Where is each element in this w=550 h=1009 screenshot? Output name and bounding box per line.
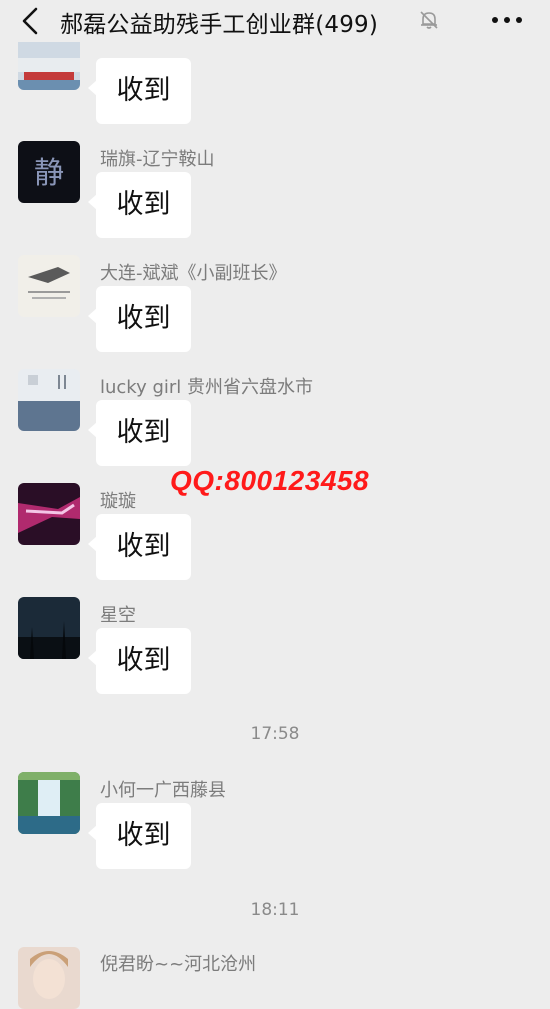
timestamp: 17:58 bbox=[250, 724, 300, 744]
avatar[interactable] bbox=[18, 947, 80, 1009]
message-bubble[interactable]: 收到 bbox=[88, 803, 191, 869]
svg-text:静: 静 bbox=[34, 156, 64, 191]
chevron-left-icon bbox=[22, 7, 38, 35]
sender-name: 大连-斌斌《小副班长》 bbox=[100, 263, 287, 284]
message-bubble[interactable]: 收到 bbox=[88, 58, 191, 124]
message-bubble[interactable]: 收到 bbox=[88, 628, 191, 694]
message-bubble[interactable]: 收到 bbox=[88, 514, 191, 580]
sender-name: lucky girl 贵州省六盘水市 bbox=[100, 377, 314, 398]
sender-name: 星空 bbox=[100, 605, 136, 626]
sender-name: 璇璇 bbox=[100, 491, 136, 512]
qq-watermark: QQ:800123458 bbox=[170, 465, 370, 496]
avatar[interactable] bbox=[18, 483, 80, 545]
back-button[interactable] bbox=[16, 4, 46, 38]
sender-name: 瑞旗-辽宁鞍山 bbox=[100, 149, 215, 170]
timestamp: 18:11 bbox=[250, 900, 300, 920]
bell-muted-icon bbox=[418, 9, 440, 31]
more-options-button[interactable] bbox=[490, 12, 524, 28]
message-bubble[interactable]: 收到 bbox=[88, 286, 191, 352]
sender-name: 小何一广西藤县 bbox=[100, 780, 226, 801]
avatar[interactable] bbox=[18, 369, 80, 431]
chat-header: 郝磊公益助残手工创业群(499) bbox=[0, 0, 550, 42]
avatar[interactable] bbox=[18, 255, 80, 317]
avatar[interactable] bbox=[18, 597, 80, 659]
sender-name: 倪君盼~~河北沧州 bbox=[100, 954, 257, 975]
chat-title: 郝磊公益助残手工创业群(499) bbox=[60, 12, 379, 38]
message-bubble[interactable]: 收到 bbox=[88, 400, 191, 466]
message-bubble[interactable]: 收到 bbox=[88, 172, 191, 238]
avatar[interactable]: 静 bbox=[18, 141, 80, 203]
avatar[interactable] bbox=[18, 772, 80, 834]
chat-message-list[interactable]: 收到 静 瑞旗-辽宁鞍山 收到 大连-斌斌《小副班长》 收到 lucky gir… bbox=[0, 0, 550, 1009]
more-dots-icon bbox=[492, 17, 522, 23]
